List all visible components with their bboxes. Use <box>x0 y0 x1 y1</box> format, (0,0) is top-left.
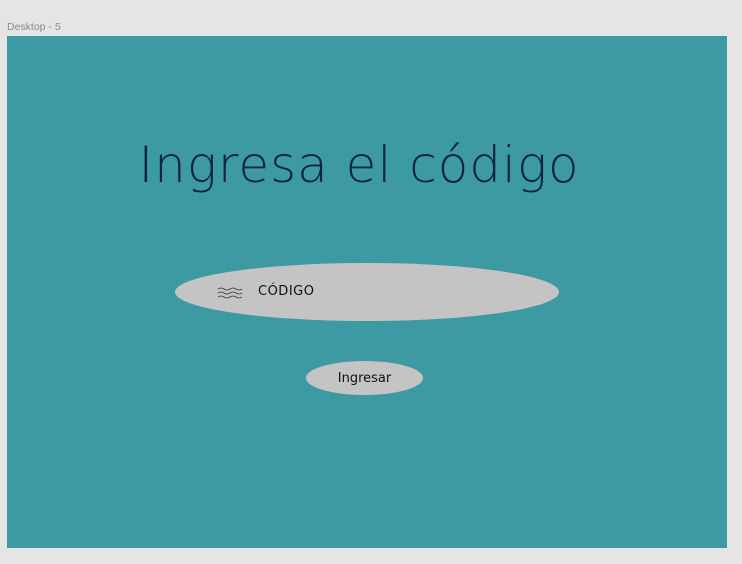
submit-button[interactable]: Ingresar <box>306 361 423 395</box>
wavy-lines-icon <box>217 285 245 299</box>
frame-label: Desktop - 5 <box>7 21 61 33</box>
code-placeholder: CÓDIGO <box>258 284 315 299</box>
code-input[interactable]: CÓDIGO <box>175 263 559 321</box>
artboard: Ingresa el código CÓDIGO Ingresar <box>7 36 727 548</box>
page-title: Ingresa el código <box>138 136 580 194</box>
